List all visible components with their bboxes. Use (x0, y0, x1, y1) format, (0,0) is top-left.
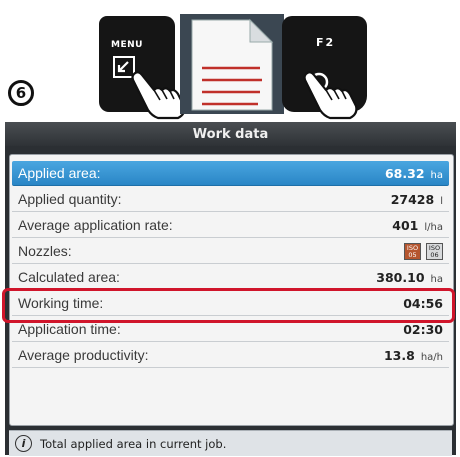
row-label: Nozzles: (18, 243, 72, 259)
row-value: 401 (392, 218, 419, 233)
row-unit: ha/h (420, 352, 443, 363)
row-value: 380.10 (376, 270, 425, 285)
row-label: Average productivity: (18, 347, 149, 363)
list-row-applied-quantity[interactable]: Applied quantity: 27428 l (12, 187, 449, 212)
row-unit: ha (430, 170, 443, 181)
row-value: 13.8 (383, 348, 415, 363)
row-unit: ha (430, 274, 443, 285)
nozzle-badges: ISO 05 ISO 06 (404, 242, 443, 260)
list-row-calculated-area[interactable]: Calculated area: 380.10 ha (12, 265, 449, 290)
row-unit: l/ha (424, 222, 443, 233)
nozzle-iso-05-icon: ISO 05 (404, 242, 421, 260)
row-value: 02:30 (403, 322, 443, 337)
menu-key-label: MENU (111, 40, 143, 50)
row-value: 68.32 (384, 166, 425, 181)
row-label: Applied area: (18, 165, 101, 181)
nozzle-iso-06-icon: ISO 06 (426, 242, 443, 260)
highlight-frame (2, 288, 455, 323)
document-icon (180, 14, 284, 114)
screen-title: Work data (5, 122, 456, 146)
info-icon: i (15, 435, 32, 452)
row-label: Applied quantity: (18, 191, 122, 207)
row-label: Calculated area: (18, 269, 120, 285)
list-row-applied-area[interactable]: Applied area: 68.32 ha (12, 161, 449, 186)
step-number-badge: 6 (8, 80, 34, 106)
pointing-hand-icon (303, 71, 358, 120)
row-unit: l (440, 196, 443, 207)
row-value: 27428 (390, 192, 435, 207)
list-row-average-application-rate[interactable]: Average application rate: 401 l/ha (12, 213, 449, 238)
info-bar: i Total applied area in current job. (9, 430, 452, 456)
row-label: Average application rate: (18, 217, 173, 233)
list-row-nozzles[interactable]: Nozzles: ISO 05 ISO 06 (12, 239, 449, 264)
row-label: Application time: (18, 321, 121, 337)
info-text: Total applied area in current job. (40, 436, 227, 451)
f2-key-label: F2 (316, 36, 336, 49)
list-row-average-productivity[interactable]: Average productivity: 13.8 ha/h (12, 343, 449, 368)
